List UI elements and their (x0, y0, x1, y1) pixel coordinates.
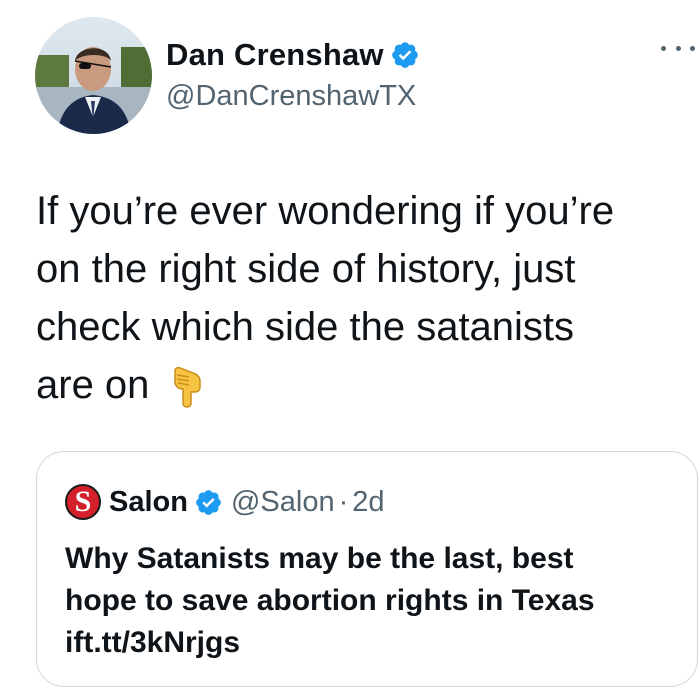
profile-photo-icon (35, 17, 152, 134)
verified-badge-icon (196, 489, 221, 515)
tweet: Dan Crenshaw @DanCrenshawTX If you’re ev… (0, 0, 700, 694)
quoted-handle[interactable]: @Salon (231, 486, 335, 519)
quoted-tweet[interactable]: S Salon @Salon · 2d Why Satanists may be… (36, 451, 698, 687)
quoted-text-line: hope to save abortion rights in Texas (65, 584, 595, 617)
pointing-down-hand-emoji-icon (174, 367, 202, 409)
tweet-text-fragment: are on (36, 363, 150, 407)
more-dot (690, 45, 695, 51)
quoted-separator: · (338, 485, 349, 518)
author-display-name[interactable]: Dan Crenshaw (166, 37, 384, 73)
verified-badge-icon (391, 42, 418, 68)
tweet-text-line: If you’re ever wondering if you’re (36, 189, 615, 233)
more-dot (675, 45, 681, 51)
tweet-text-line: check which side the satanists (36, 305, 575, 349)
more-dot (661, 45, 666, 51)
quoted-timestamp[interactable]: 2d (352, 486, 384, 519)
quoted-text-line: Why Satanists may be the last, best (65, 542, 574, 575)
tweet-text-line-last: are on (36, 356, 696, 414)
tweet-text: If you’re ever wondering if you’re on th… (36, 182, 696, 414)
quoted-display-name[interactable]: Salon (109, 486, 188, 519)
quoted-tweet-header: S Salon @Salon · 2d (65, 482, 385, 522)
author-name-row: Dan Crenshaw (166, 36, 420, 74)
more-options-icon[interactable] (661, 36, 695, 60)
tweet-text-line: on the right side of history, just (36, 247, 576, 291)
salon-logo-icon[interactable]: S (65, 484, 101, 520)
quoted-link[interactable]: ift.tt/3kNrjgs (65, 622, 685, 664)
author-avatar[interactable] (35, 17, 152, 134)
quoted-tweet-text: Why Satanists may be the last, best hope… (65, 538, 685, 664)
author-handle[interactable]: @DanCrenshawTX (166, 80, 416, 113)
